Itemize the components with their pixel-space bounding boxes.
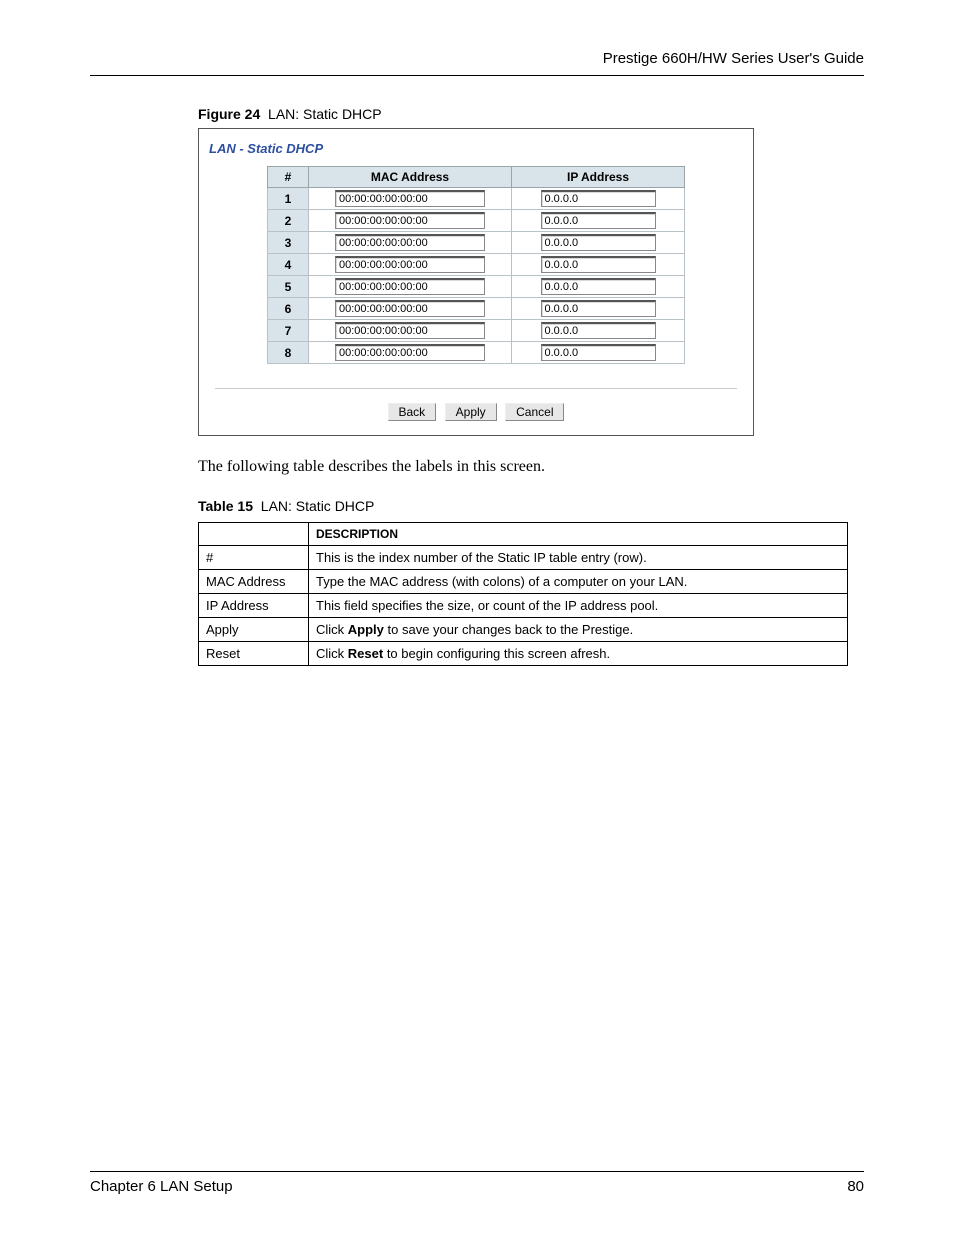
mac-input[interactable] [335,278,485,295]
table-title: LAN: Static DHCP [261,498,375,514]
page-header: Prestige 660H/HW Series User's Guide [90,50,864,76]
screenshot-frame: LAN - Static DHCP # MAC Address IP Addre… [198,128,754,436]
table-row: 2 [268,210,685,232]
desc-header-description: DESCRIPTION [309,523,848,546]
figure-title: LAN: Static DHCP [268,106,382,122]
desc-row: IP Address This field specifies the size… [199,594,848,618]
ip-input[interactable] [541,344,656,361]
ip-input[interactable] [541,300,656,317]
desc-row: MAC Address Type the MAC address (with c… [199,570,848,594]
table-row: 5 [268,276,685,298]
desc-label: Reset [199,642,309,666]
panel-title: LAN - Static DHCP [207,139,745,166]
col-header-index: # [268,167,309,188]
row-index: 3 [268,232,309,254]
mac-input[interactable] [335,234,485,251]
button-row: Back Apply Cancel [207,403,745,421]
row-index: 6 [268,298,309,320]
table-row: 8 [268,342,685,364]
apply-button[interactable]: Apply [445,403,497,421]
desc-text: This field specifies the size, or count … [309,594,848,618]
row-index: 7 [268,320,309,342]
table-row: 1 [268,188,685,210]
ip-input[interactable] [541,190,656,207]
mac-input[interactable] [335,300,485,317]
mac-input[interactable] [335,344,485,361]
desc-label: # [199,546,309,570]
separator [215,388,737,389]
mac-input[interactable] [335,212,485,229]
figure-label: Figure 24 [198,106,260,122]
back-button[interactable]: Back [388,403,437,421]
desc-row: # This is the index number of the Static… [199,546,848,570]
figure-caption: Figure 24 LAN: Static DHCP [198,106,864,122]
col-header-mac: MAC Address [309,167,512,188]
page-footer: Chapter 6 LAN Setup 80 [90,1171,864,1195]
table-label: Table 15 [198,498,253,514]
description-table: DESCRIPTION # This is the index number o… [198,522,848,666]
ip-input[interactable] [541,234,656,251]
ip-input[interactable] [541,212,656,229]
ip-input[interactable] [541,256,656,273]
row-index: 8 [268,342,309,364]
cancel-button[interactable]: Cancel [505,403,564,421]
mac-input[interactable] [335,322,485,339]
row-index: 4 [268,254,309,276]
desc-row: Reset Click Reset to begin configuring t… [199,642,848,666]
desc-text: Type the MAC address (with colons) of a … [309,570,848,594]
row-index: 2 [268,210,309,232]
footer-chapter: Chapter 6 LAN Setup [90,1178,233,1195]
desc-label: Apply [199,618,309,642]
desc-label: IP Address [199,594,309,618]
static-dhcp-table: # MAC Address IP Address 1 2 3 [267,166,685,364]
desc-text: Click Apply to save your changes back to… [309,618,848,642]
table-row: 7 [268,320,685,342]
mac-input[interactable] [335,190,485,207]
row-index: 5 [268,276,309,298]
desc-label: MAC Address [199,570,309,594]
footer-page-number: 80 [847,1178,864,1195]
desc-header-blank [199,523,309,546]
body-text: The following table describes the labels… [198,458,864,476]
desc-text: Click Reset to begin configuring this sc… [309,642,848,666]
table-row: 4 [268,254,685,276]
ip-input[interactable] [541,322,656,339]
row-index: 1 [268,188,309,210]
table-caption: Table 15 LAN: Static DHCP [198,498,864,514]
ip-input[interactable] [541,278,656,295]
table-row: 3 [268,232,685,254]
mac-input[interactable] [335,256,485,273]
table-row: 6 [268,298,685,320]
guide-title: Prestige 660H/HW Series User's Guide [603,50,864,67]
col-header-ip: IP Address [512,167,685,188]
desc-text: This is the index number of the Static I… [309,546,848,570]
desc-row: Apply Click Apply to save your changes b… [199,618,848,642]
